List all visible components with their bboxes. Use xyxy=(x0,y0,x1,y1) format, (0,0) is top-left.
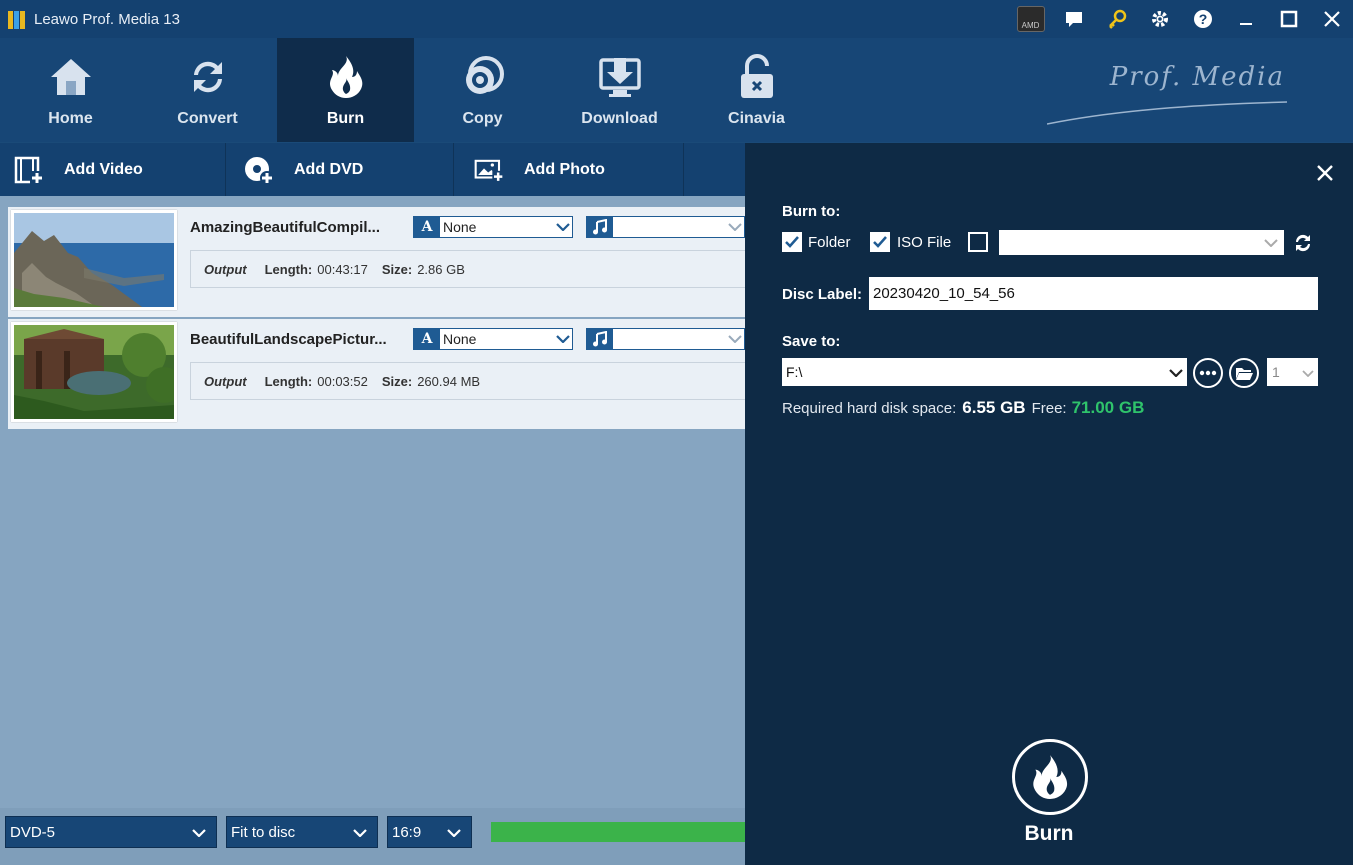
video-item[interactable]: AmazingBeautifulCompil... A None Output … xyxy=(8,207,745,317)
burn-flame-icon xyxy=(321,52,371,102)
bottom-bar: DVD-5 Fit to disc 16:9 xyxy=(0,808,745,865)
subtitle-select[interactable]: A None xyxy=(413,216,573,238)
video-title: AmazingBeautifulCompil... xyxy=(190,219,381,236)
video-length: 00:03:52 xyxy=(317,373,368,389)
chevron-down-icon xyxy=(353,824,367,841)
fit-mode-select[interactable]: Fit to disc xyxy=(226,816,378,848)
folder-label: Folder xyxy=(808,234,851,251)
save-to-select[interactable]: F:\ xyxy=(782,358,1187,386)
help-icon[interactable]: ? xyxy=(1181,0,1224,38)
amd-gpu-icon[interactable]: AMD xyxy=(1009,0,1052,38)
iso-file-label: ISO File xyxy=(897,234,952,251)
nav-download[interactable]: Download xyxy=(551,38,688,142)
main-nav: Home Convert Burn Copy Download Cinavia … xyxy=(0,38,1353,142)
burn-flame-icon xyxy=(1033,755,1068,799)
chevron-down-icon xyxy=(726,217,744,237)
app-logo-icon xyxy=(8,9,28,29)
open-folder-button[interactable] xyxy=(1229,358,1259,388)
save-to-label: Save to: xyxy=(782,333,841,350)
video-title: BeautifulLandscapePictur... xyxy=(190,331,387,348)
chevron-down-icon xyxy=(554,329,572,349)
required-space: 6.55 GB xyxy=(962,398,1026,417)
nav-convert[interactable]: Convert xyxy=(139,38,276,142)
burn-button[interactable] xyxy=(1012,739,1088,815)
add-video-button[interactable]: Add Video xyxy=(0,143,226,196)
iso-file-checkbox[interactable] xyxy=(870,232,890,252)
disc-capacity-fill xyxy=(491,822,745,842)
check-icon xyxy=(873,236,887,248)
video-size: 2.86 GB xyxy=(417,261,465,277)
close-window-icon[interactable] xyxy=(1310,0,1353,38)
chevron-down-icon xyxy=(192,824,206,841)
add-dvd-button[interactable]: Add DVD xyxy=(226,143,454,196)
chevron-down-icon xyxy=(726,329,744,349)
check-icon xyxy=(785,236,799,248)
add-photo-button[interactable]: Add Photo xyxy=(454,143,684,196)
subtitle-icon: A xyxy=(414,217,440,237)
disc-drive-select[interactable] xyxy=(999,230,1284,255)
brand-swoosh-icon xyxy=(1047,101,1287,125)
copies-select[interactable]: 1 xyxy=(1267,358,1318,386)
add-video-icon xyxy=(14,155,44,185)
folder-open-icon xyxy=(1236,368,1253,380)
close-panel-icon[interactable] xyxy=(1313,161,1337,185)
burn-to-label: Burn to: xyxy=(782,203,841,220)
register-key-icon[interactable] xyxy=(1095,0,1138,38)
brand-logo: Prof. Media xyxy=(1109,62,1285,92)
music-note-icon xyxy=(587,217,613,237)
disc-capacity-bar xyxy=(491,822,745,842)
svg-text:?: ? xyxy=(1198,11,1207,27)
disc-label-label: Disc Label: xyxy=(782,286,863,303)
audio-track-select[interactable] xyxy=(586,328,745,350)
convert-icon xyxy=(183,52,233,102)
subtitle-icon: A xyxy=(414,329,440,349)
maximize-icon[interactable] xyxy=(1267,0,1310,38)
video-size: 260.94 MB xyxy=(417,373,481,389)
nav-cinavia[interactable]: Cinavia xyxy=(688,38,825,142)
video-length: 00:43:17 xyxy=(317,261,368,277)
app-title: Leawo Prof. Media 13 xyxy=(34,10,180,28)
music-note-icon xyxy=(587,329,613,349)
free-space: 71.00 GB xyxy=(1071,398,1145,417)
minimize-icon[interactable] xyxy=(1224,0,1267,38)
folder-checkbox[interactable] xyxy=(782,232,802,252)
copy-disc-icon xyxy=(458,52,508,102)
output-info: Output Length: 00:43:17 Size: 2.86 GB xyxy=(190,250,745,288)
disk-space-info: Required hard disk space: 6.55 GB Free: … xyxy=(782,398,1145,417)
burn-settings-panel: Burn to: Folder ISO File Disc Label: 202… xyxy=(745,143,1353,865)
more-dots-icon xyxy=(1199,370,1217,376)
content-toolbar: Add Video Add DVD Add Photo xyxy=(0,143,745,196)
home-icon xyxy=(46,52,96,102)
nav-burn[interactable]: Burn xyxy=(277,38,414,142)
subtitle-select[interactable]: A None xyxy=(413,328,573,350)
video-thumbnail[interactable] xyxy=(11,210,177,310)
output-info: Output Length: 00:03:52 Size: 260.94 MB xyxy=(190,362,745,400)
feedback-icon[interactable] xyxy=(1052,0,1095,38)
cinavia-lock-icon xyxy=(732,52,782,102)
burn-button-label[interactable]: Burn xyxy=(745,822,1353,846)
download-icon xyxy=(595,52,645,102)
title-bar: Leawo Prof. Media 13 AMD ? xyxy=(0,0,1353,38)
audio-track-select[interactable] xyxy=(586,216,745,238)
video-list: AmazingBeautifulCompil... A None Output … xyxy=(0,196,745,808)
disc-label-input[interactable]: 20230420_10_54_56 xyxy=(869,277,1318,310)
video-item[interactable]: BeautifulLandscapePictur... A None Outpu… xyxy=(8,319,745,429)
chevron-down-icon xyxy=(447,824,461,841)
chevron-down-icon xyxy=(1302,364,1314,380)
disc-type-select[interactable]: DVD-5 xyxy=(5,816,217,848)
browse-more-button[interactable] xyxy=(1193,358,1223,388)
settings-gear-icon[interactable] xyxy=(1138,0,1181,38)
add-dvd-icon xyxy=(244,155,274,185)
disc-drive-checkbox[interactable] xyxy=(968,232,988,252)
nav-home[interactable]: Home xyxy=(2,38,139,142)
chevron-down-icon xyxy=(1169,364,1183,380)
aspect-ratio-select[interactable]: 16:9 xyxy=(387,816,472,848)
chevron-down-icon xyxy=(554,217,572,237)
refresh-icon[interactable] xyxy=(1291,231,1315,255)
nav-copy[interactable]: Copy xyxy=(414,38,551,142)
add-photo-icon xyxy=(474,155,504,185)
video-thumbnail[interactable] xyxy=(11,322,177,422)
chevron-down-icon xyxy=(1264,234,1278,252)
